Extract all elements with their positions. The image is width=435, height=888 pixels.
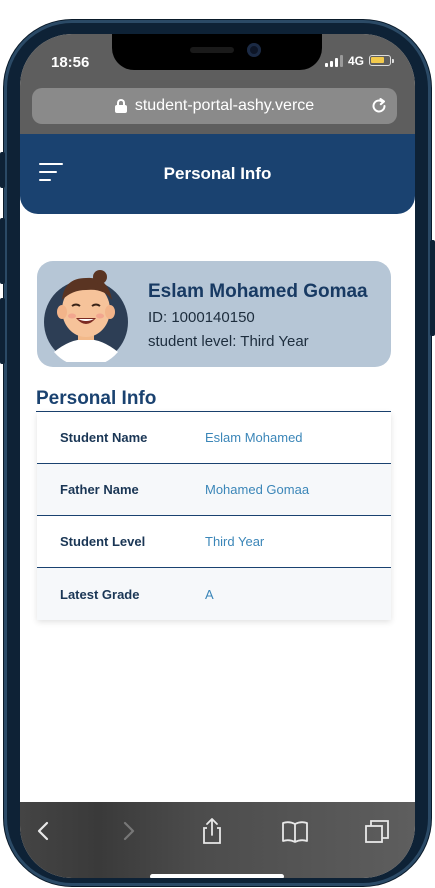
signal-icon xyxy=(325,55,343,67)
status-time: 18:56 xyxy=(51,54,90,71)
phone-screen-bezel: 18:56 4G student-portal-ashy.verce Perso… xyxy=(20,34,415,878)
screen: 18:56 4G student-portal-ashy.verce Perso… xyxy=(20,34,415,878)
info-table: Student Name Eslam Mohamed Father Name M… xyxy=(37,412,391,620)
url-text: student-portal-ashy.verce xyxy=(134,97,315,114)
phone-side-button xyxy=(0,298,5,364)
row-label: Student Level xyxy=(60,534,146,549)
phone-side-button xyxy=(0,152,5,188)
battery-icon xyxy=(369,55,394,66)
address-bar[interactable]: student-portal-ashy.verce xyxy=(32,88,397,124)
row-value: Mohamed Gomaa xyxy=(205,482,310,497)
table-row: Latest Grade A xyxy=(37,568,391,620)
table-row: Father Name Mohamed Gomaa xyxy=(37,464,391,516)
back-icon[interactable] xyxy=(28,816,58,846)
row-value: Eslam Mohamed xyxy=(205,430,303,445)
forward-icon[interactable] xyxy=(114,816,144,846)
profile-card: Eslam Mohamed Gomaa ID: 1000140150 stude… xyxy=(37,261,391,367)
row-label: Latest Grade xyxy=(60,586,140,602)
phone-side-button xyxy=(0,218,5,284)
front-camera xyxy=(247,43,261,57)
speaker xyxy=(190,47,234,53)
student-name: Eslam Mohamed Gomaa xyxy=(148,281,368,302)
lock-icon xyxy=(114,99,127,113)
share-icon[interactable] xyxy=(197,816,227,846)
tabs-icon[interactable] xyxy=(362,816,392,846)
bookmarks-icon[interactable] xyxy=(280,816,310,846)
browser-toolbar xyxy=(20,802,415,878)
row-label: Father Name xyxy=(60,482,139,497)
notch xyxy=(112,34,322,70)
page-title: Personal Info xyxy=(163,164,272,183)
network-type: 4G xyxy=(348,54,365,68)
reload-icon[interactable] xyxy=(370,97,388,115)
student-avatar xyxy=(44,270,128,362)
battery-level xyxy=(371,57,384,63)
student-id: ID: 1000140150 xyxy=(148,309,255,326)
student-level: student level: Third Year xyxy=(148,333,309,350)
phone-side-button xyxy=(430,240,435,336)
browser-chrome: 18:56 4G student-portal-ashy.verce xyxy=(20,34,415,134)
row-value: Third Year xyxy=(205,534,265,549)
row-label: Student Name xyxy=(60,430,148,445)
section-title: Personal Info xyxy=(36,388,391,412)
row-value: A xyxy=(205,586,214,602)
home-indicator[interactable] xyxy=(150,874,284,878)
table-row: Student Name Eslam Mohamed xyxy=(37,412,391,464)
app-header: Personal Info xyxy=(20,134,415,214)
table-row: Student Level Third Year xyxy=(37,516,391,568)
